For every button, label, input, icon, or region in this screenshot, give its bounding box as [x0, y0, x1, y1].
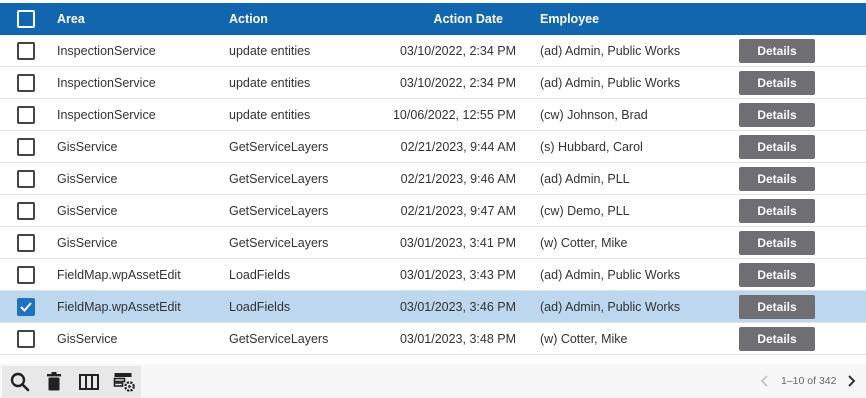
table-row[interactable]: InspectionService update entities 10/06/20…: [0, 99, 866, 131]
cell-action-date: 02/21/2023, 9:44 AM: [400, 140, 516, 154]
table-settings-icon[interactable]: [112, 370, 136, 394]
table-row[interactable]: InspectionService update entities 03/10/20…: [0, 67, 866, 99]
cell-area: FieldMap.wpAssetEdit: [57, 300, 181, 314]
cell-action: GetServiceLayers: [229, 236, 329, 250]
row-checkbox[interactable]: [17, 138, 35, 156]
cell-area: GisService: [57, 140, 118, 154]
cell-employee: (ad) Admin, Public Works: [540, 268, 681, 282]
table-row[interactable]: GisService GetServiceLayers 02/21/2023, 9:…: [0, 131, 866, 163]
details-button[interactable]: Details: [739, 39, 815, 63]
details-button[interactable]: Details: [739, 135, 815, 159]
cell-action-date: 02/21/2023, 9:46 AM: [400, 172, 516, 186]
details-button[interactable]: Details: [739, 327, 815, 351]
details-button[interactable]: Details: [739, 71, 815, 95]
column-header-employee[interactable]: Employee: [540, 3, 599, 35]
row-checkbox[interactable]: [17, 202, 35, 220]
details-button[interactable]: Details: [739, 103, 815, 127]
cell-action-date: 03/01/2023, 3:48 PM: [399, 332, 516, 346]
cell-employee: (cw) Johnson, Brad: [540, 108, 648, 122]
pagination-range: 1–10 of 342: [781, 375, 837, 387]
table-row[interactable]: GisService GetServiceLayers 02/21/2023, 9:…: [0, 195, 866, 227]
cell-action: GetServiceLayers: [229, 140, 329, 154]
cell-employee: (ad) Admin, Public Works: [540, 300, 681, 314]
row-checkbox[interactable]: [17, 74, 35, 92]
cell-area: GisService: [57, 332, 118, 346]
details-button[interactable]: Details: [739, 263, 815, 287]
details-button[interactable]: Details: [739, 167, 815, 191]
chevron-left-icon[interactable]: [757, 373, 773, 389]
column-header-area[interactable]: Area: [57, 3, 85, 35]
cell-area: InspectionService: [57, 108, 156, 122]
table-row[interactable]: GisService GetServiceLayers 02/21/2023, 9:…: [0, 163, 866, 195]
cell-area: InspectionService: [57, 76, 156, 90]
cell-employee: (cw) Demo, PLL: [540, 204, 630, 218]
details-button[interactable]: Details: [739, 231, 815, 255]
row-checkbox[interactable]: [17, 106, 35, 124]
row-checkbox[interactable]: [17, 170, 35, 188]
cell-action: LoadFields: [229, 268, 291, 282]
cell-action-date: 03/10/2022, 2:34 PM: [399, 76, 516, 90]
row-checkbox[interactable]: [17, 234, 35, 252]
columns-icon[interactable]: [77, 370, 101, 394]
chevron-right-icon[interactable]: [843, 373, 859, 389]
cell-employee: (ad) Admin, Public Works: [540, 76, 681, 90]
cell-employee: (w) Cotter, Mike: [540, 332, 628, 346]
cell-action: GetServiceLayers: [229, 172, 329, 186]
column-header-action-date[interactable]: Action Date: [360, 3, 503, 35]
cell-action: update entities: [229, 44, 311, 58]
row-checkbox[interactable]: [17, 266, 35, 284]
cell-action-date: 03/01/2023, 3:46 PM: [399, 300, 516, 314]
grid-header: Area Action Action Date Employee: [0, 3, 866, 35]
details-button[interactable]: Details: [739, 295, 815, 319]
cell-area: InspectionService: [57, 44, 156, 58]
search-icon[interactable]: [8, 370, 32, 394]
cell-action-date: 10/06/2022, 12:55 PM: [392, 108, 516, 122]
select-all-checkbox[interactable]: [17, 10, 35, 28]
table-row[interactable]: FieldMap.wpAssetEdit LoadFields 03/01/2023…: [0, 291, 866, 323]
column-header-action[interactable]: Action: [229, 3, 268, 35]
cell-area: GisService: [57, 236, 118, 250]
cell-action: GetServiceLayers: [229, 332, 329, 346]
cell-action: update entities: [229, 108, 311, 122]
cell-action: update entities: [229, 76, 311, 90]
checkmark-icon: [20, 302, 32, 312]
cell-area: FieldMap.wpAssetEdit: [57, 268, 181, 282]
cell-employee: (s) Hubbard, Carol: [540, 140, 643, 154]
cell-employee: (ad) Admin, PLL: [540, 172, 630, 186]
row-checkbox[interactable]: [17, 298, 35, 316]
table-row[interactable]: FieldMap.wpAssetEdit LoadFields 03/01/2023…: [0, 259, 866, 291]
table-row[interactable]: InspectionService update entities 03/10/20…: [0, 35, 866, 67]
cell-action-date: 02/21/2023, 9:47 AM: [400, 204, 516, 218]
details-button[interactable]: Details: [739, 199, 815, 223]
table-row[interactable]: GisService GetServiceLayers 03/01/2023, 3:…: [0, 227, 866, 259]
cell-action-date: 03/01/2023, 3:43 PM: [399, 268, 516, 282]
trash-icon[interactable]: [42, 370, 66, 394]
table-row[interactable]: GisService GetServiceLayers 03/01/2023, 3:…: [0, 323, 866, 355]
cell-employee: (ad) Admin, Public Works: [540, 44, 681, 58]
cell-action: GetServiceLayers: [229, 204, 329, 218]
cell-action-date: 03/10/2022, 2:34 PM: [399, 44, 516, 58]
cell-area: GisService: [57, 204, 118, 218]
grid-footer: 1–10 of 342: [0, 364, 866, 398]
row-checkbox[interactable]: [17, 330, 35, 348]
cell-employee: (w) Cotter, Mike: [540, 236, 628, 250]
row-checkbox[interactable]: [17, 42, 35, 60]
cell-action-date: 03/01/2023, 3:41 PM: [399, 236, 516, 250]
cell-area: GisService: [57, 172, 118, 186]
cell-action: LoadFields: [229, 300, 291, 314]
grid-toolbar: [2, 366, 141, 398]
